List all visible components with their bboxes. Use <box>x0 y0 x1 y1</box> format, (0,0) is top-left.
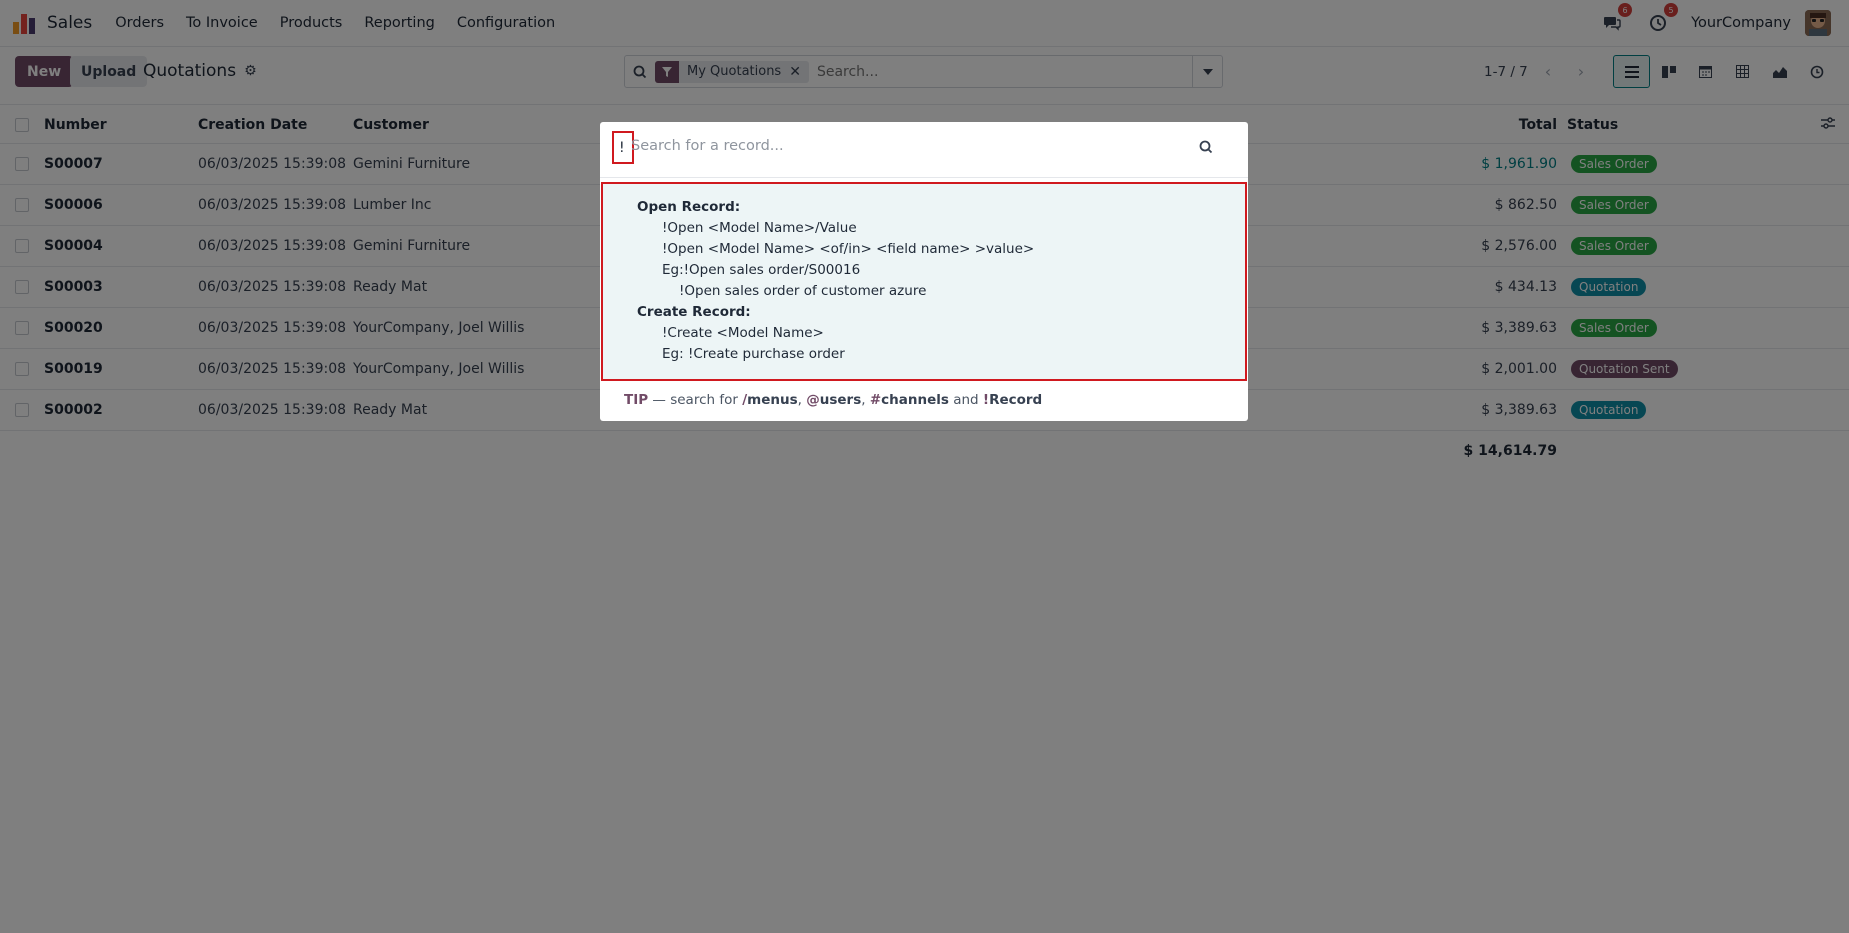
tip-channels: channels <box>881 392 949 408</box>
tip-label: TIP <box>624 392 649 408</box>
help-line: Eg: !Create purchase order <box>662 346 845 362</box>
help-heading-open: Open Record: <box>637 199 741 215</box>
tip-text: — search for <box>648 392 743 408</box>
palette-tip: TIP — search for /menus, @users, #channe… <box>624 392 1043 408</box>
command-help-panel: Open Record: !Open <Model Name>/Value !O… <box>601 182 1247 381</box>
search-icon <box>1199 140 1213 158</box>
help-heading-create: Create Record: <box>637 304 751 320</box>
help-line: !Open sales order of customer azure <box>679 283 927 299</box>
tip-users: users <box>819 392 862 408</box>
palette-search-input[interactable] <box>631 138 1191 154</box>
tip-record: Record <box>989 392 1043 408</box>
palette-search-row: ! <box>600 122 1248 178</box>
tip-and: and <box>948 392 983 408</box>
help-line: !Create <Model Name> <box>662 325 824 341</box>
help-line: Eg:!Open sales order/S00016 <box>662 262 861 278</box>
help-line: !Open <Model Name> <of/in> <field name> … <box>662 241 1035 257</box>
tip-menus: menus <box>747 392 798 408</box>
command-palette: ! Open Record: !Open <Model Name>/Value … <box>600 122 1248 421</box>
help-line: !Open <Model Name>/Value <box>662 220 857 236</box>
